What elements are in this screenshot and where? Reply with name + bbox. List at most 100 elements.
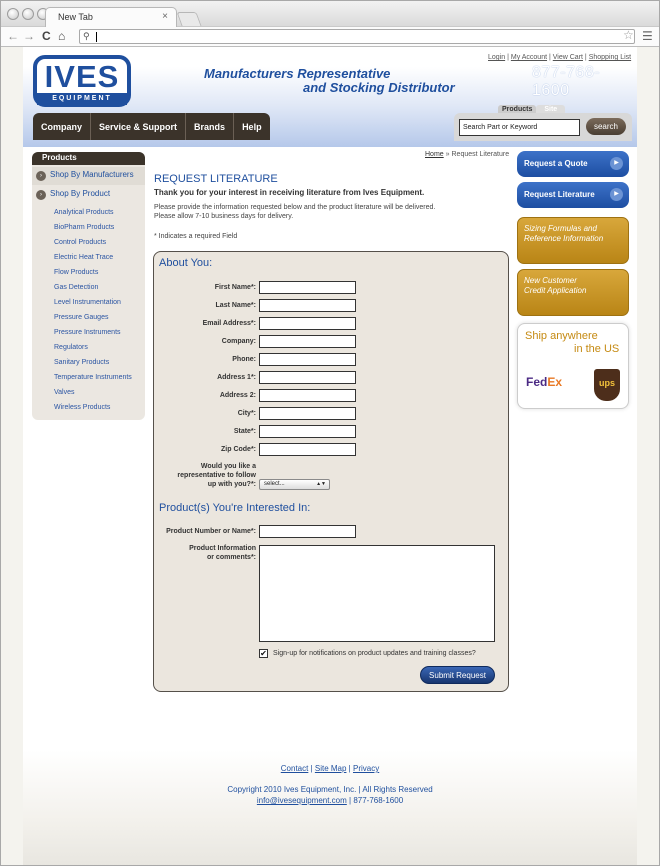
address2-field[interactable] <box>259 389 356 402</box>
shopping-list-link[interactable]: Shopping List <box>589 54 631 61</box>
footer-links: Contact | Site Map | Privacy <box>280 764 380 773</box>
credit-application-banner[interactable]: New Customer Credit Application <box>517 269 629 316</box>
sidebar-item-regulators[interactable]: Regulators <box>54 344 88 351</box>
arrow-right-icon: ▶ <box>610 157 623 170</box>
city-field[interactable] <box>259 407 356 420</box>
tab-close-icon[interactable]: × <box>162 11 168 22</box>
first-name-label: First Name*: <box>214 284 256 291</box>
ups-logo: ups <box>594 369 620 401</box>
ives-logo[interactable]: IVES EQUIPMENT <box>33 55 131 107</box>
request-quote-button[interactable]: Request a Quote ▶ <box>517 151 629 177</box>
search-input[interactable]: Search Part or Keyword <box>459 119 580 136</box>
back-icon[interactable]: ← <box>7 29 19 43</box>
copyright-text: Copyright 2010 Ives Equipment, Inc. | Al… <box>227 785 433 794</box>
text-caret <box>96 32 97 42</box>
sidebar-item-analytical[interactable]: Analytical Products <box>54 209 114 216</box>
footer-contact-line: info@ivesequipment.com | 877-768-1600 <box>23 796 637 805</box>
close-window-icon[interactable] <box>7 8 19 20</box>
sidebar-item-sanitary[interactable]: Sanitary Products <box>54 359 109 366</box>
company-label: Company: <box>221 338 256 345</box>
submit-request-button[interactable]: Submit Request <box>420 666 495 684</box>
nav-company[interactable]: Company <box>33 113 92 140</box>
footer-contact-link[interactable]: Contact <box>281 764 309 773</box>
sidebar-item-temperature[interactable]: Temperature Instruments <box>54 374 132 381</box>
footer-sitemap-link[interactable]: Site Map <box>315 764 347 773</box>
forward-icon[interactable]: → <box>23 29 35 43</box>
reload-icon[interactable]: C <box>42 29 51 43</box>
city-label: City*: <box>237 410 256 417</box>
browser-tab[interactable]: New Tab × <box>45 7 177 28</box>
shipping-banner: Ship anywhere in the US FedEx ups <box>517 323 629 409</box>
representative-select[interactable]: select... ▲▼ <box>259 479 330 490</box>
email-field[interactable] <box>259 317 356 330</box>
shop-by-product[interactable]: › Shop By Product <box>32 186 145 204</box>
sidebar-item-gas-detection[interactable]: Gas Detection <box>54 284 98 291</box>
footer-privacy-link[interactable]: Privacy <box>353 764 379 773</box>
required-note: * Indicates a required Field <box>154 233 238 240</box>
sidebar-item-heat-trace[interactable]: Electric Heat Trace <box>54 254 113 261</box>
state-field[interactable] <box>259 425 356 438</box>
bookmark-star-icon[interactable]: ☆ <box>623 28 634 42</box>
notifications-checkbox[interactable]: ✔ <box>259 649 268 658</box>
nav-help[interactable]: Help <box>234 113 270 140</box>
my-account-link[interactable]: My Account <box>511 54 547 61</box>
browser-menu-icon[interactable]: ☰ <box>642 29 653 43</box>
sidebar-item-pressure-gauges[interactable]: Pressure Gauges <box>54 314 108 321</box>
site-footer: Contact | Site Map | Privacy Copyright 2… <box>23 750 637 865</box>
phone-field[interactable] <box>259 353 356 366</box>
products-heading: Product(s) You're Interested In: <box>159 502 311 514</box>
representative-label-line1: Would you like a <box>200 463 256 470</box>
representative-label-line3: up with you?*: <box>207 481 256 488</box>
zip-field[interactable] <box>259 443 356 456</box>
sizing-formulas-banner[interactable]: Sizing Formulas and Reference Informatio… <box>517 217 629 264</box>
footer-email-link[interactable]: info@ivesequipment.com <box>257 796 347 805</box>
search-bar: Search Part or Keyword search <box>454 113 632 141</box>
address-bar[interactable]: ⚲ <box>79 29 635 44</box>
breadcrumb-home[interactable]: Home <box>425 151 444 158</box>
fedex-logo: FedEx <box>526 375 562 389</box>
site-header: IVES EQUIPMENT Manufacturers Representat… <box>23 47 637 147</box>
state-label: State*: <box>233 428 256 435</box>
login-link[interactable]: Login <box>488 54 505 61</box>
sidebar-item-control[interactable]: Control Products <box>54 239 106 246</box>
page-title: REQUEST LITERATURE <box>154 173 278 185</box>
product-info-label-line1: Product Information <box>189 545 256 552</box>
fedex-ex: Ex <box>547 375 563 389</box>
product-number-field[interactable] <box>259 525 356 538</box>
shop-by-manufacturers[interactable]: › Shop By Manufacturers <box>32 167 145 185</box>
product-info-label-line2: or comments*: <box>206 554 256 561</box>
product-comments-textarea[interactable] <box>259 545 495 642</box>
logo-text: IVES <box>44 59 120 94</box>
new-tab-button[interactable] <box>176 12 202 26</box>
browser-window: New Tab × ← → C ⌂ ⚲ ☆ ☰ IVES EQUIPMENT M… <box>0 0 660 866</box>
arrow-right-icon: ▶ <box>610 188 623 201</box>
tagline-line-2: and Stocking Distributor <box>303 80 455 95</box>
last-name-label: Last Name*: <box>215 302 256 309</box>
home-icon[interactable]: ⌂ <box>58 29 65 43</box>
logo-subtext: EQUIPMENT <box>37 93 127 105</box>
sidebar-item-pressure-instruments[interactable]: Pressure Instruments <box>54 329 121 336</box>
representative-label-line2: representative to follow <box>177 472 256 479</box>
sidebar-item-wireless[interactable]: Wireless Products <box>54 404 110 411</box>
nav-brands[interactable]: Brands <box>186 113 235 140</box>
search-button[interactable]: search <box>586 118 626 135</box>
request-literature-button[interactable]: Request Literature ▶ <box>517 182 629 208</box>
ship-line-1: Ship anywhere <box>525 330 598 342</box>
address1-label: Address 1*: <box>217 374 256 381</box>
minimize-window-icon[interactable] <box>22 8 34 20</box>
view-cart-link[interactable]: View Cart <box>553 54 583 61</box>
sidebar-item-level[interactable]: Level Instrumentation <box>54 299 121 306</box>
delivery-text: Please allow 7-10 business days for deli… <box>154 213 294 220</box>
last-name-field[interactable] <box>259 299 356 312</box>
sidebar-heading: Products <box>32 152 145 165</box>
credit-line-1: New Customer <box>524 276 577 285</box>
page-viewport: IVES EQUIPMENT Manufacturers Representat… <box>1 47 659 865</box>
breadcrumb-separator: » <box>445 151 450 158</box>
sidebar-item-biopharm[interactable]: BioPharm Products <box>54 224 114 231</box>
first-name-field[interactable] <box>259 281 356 294</box>
company-field[interactable] <box>259 335 356 348</box>
address1-field[interactable] <box>259 371 356 384</box>
sidebar-item-valves[interactable]: Valves <box>54 389 75 396</box>
sidebar-item-flow[interactable]: Flow Products <box>54 269 98 276</box>
nav-service-support[interactable]: Service & Support <box>91 113 187 140</box>
